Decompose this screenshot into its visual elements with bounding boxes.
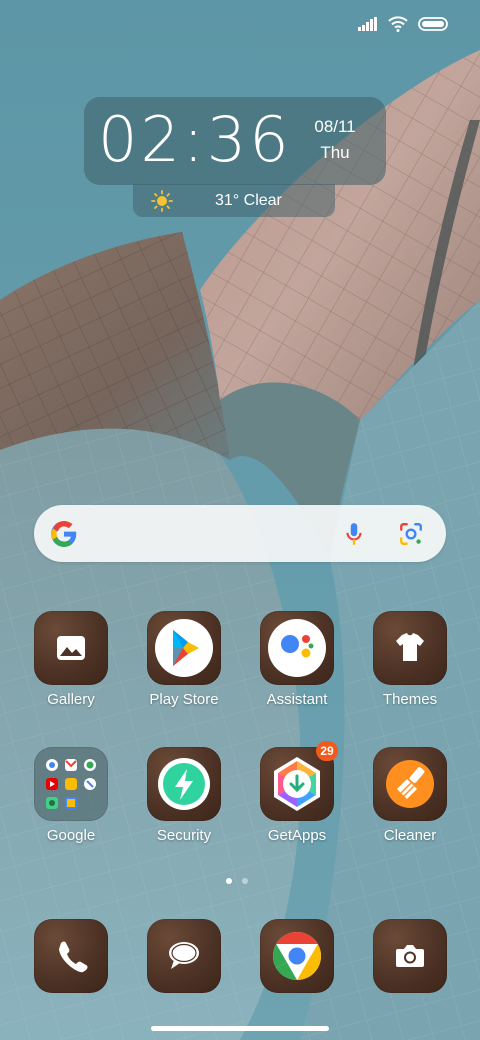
google-folder-icon (34, 747, 108, 821)
dock-chrome[interactable] (241, 919, 353, 993)
app-getapps[interactable]: 29 GetApps (241, 741, 353, 844)
getapps-icon: 29 (260, 741, 338, 821)
app-assistant[interactable]: Assistant (241, 611, 353, 708)
wifi-icon (388, 16, 408, 32)
lens-icon[interactable] (398, 521, 424, 552)
notification-badge: 29 (316, 741, 338, 761)
play-store-icon (147, 611, 221, 685)
weather-widget[interactable]: 31° Clear (133, 184, 335, 217)
page-dot[interactable] (242, 878, 248, 884)
weather-text: 31° Clear (215, 192, 282, 209)
google-search-bar[interactable] (34, 505, 446, 562)
app-play-store[interactable]: Play Store (128, 611, 240, 708)
messages-icon (147, 919, 221, 993)
cleaner-icon (373, 747, 447, 821)
app-label: Themes (382, 691, 438, 708)
security-icon (147, 747, 221, 821)
clock-day: Thu (320, 143, 350, 162)
app-cleaner[interactable]: Cleaner (354, 747, 466, 844)
app-themes[interactable]: Themes (354, 611, 466, 708)
dock-camera[interactable] (354, 919, 466, 993)
app-security[interactable]: Security (128, 747, 240, 844)
gallery-icon (34, 611, 108, 685)
clock-widget[interactable]: 02:36 08/11 Thu (84, 97, 386, 185)
chrome-icon (260, 919, 334, 993)
status-bar (358, 16, 450, 32)
google-g-icon (50, 520, 78, 553)
app-label: Security (156, 827, 212, 844)
app-label: Google (46, 827, 96, 844)
battery-icon (418, 16, 450, 32)
mic-icon[interactable] (341, 521, 367, 552)
page-indicator (226, 878, 248, 884)
sun-icon (151, 190, 173, 217)
app-label: GetApps (267, 827, 327, 844)
app-label: Play Store (149, 691, 219, 708)
clock-date: 08/11 (314, 117, 356, 136)
app-label: Gallery (47, 691, 95, 708)
signal-icon (358, 17, 378, 31)
dock-messages[interactable] (128, 919, 240, 993)
clock-time: 02:36 (98, 103, 292, 176)
app-label: Cleaner (383, 827, 437, 844)
app-gallery[interactable]: Gallery (15, 611, 127, 708)
assistant-icon (260, 611, 334, 685)
camera-icon (373, 919, 447, 993)
dock-phone[interactable] (15, 919, 127, 993)
folder-google[interactable]: Google (15, 747, 127, 844)
home-gesture-bar[interactable] (151, 1026, 329, 1031)
phone-icon (34, 919, 108, 993)
app-label: Assistant (266, 691, 328, 708)
themes-icon (373, 611, 447, 685)
page-dot-active[interactable] (226, 878, 232, 884)
